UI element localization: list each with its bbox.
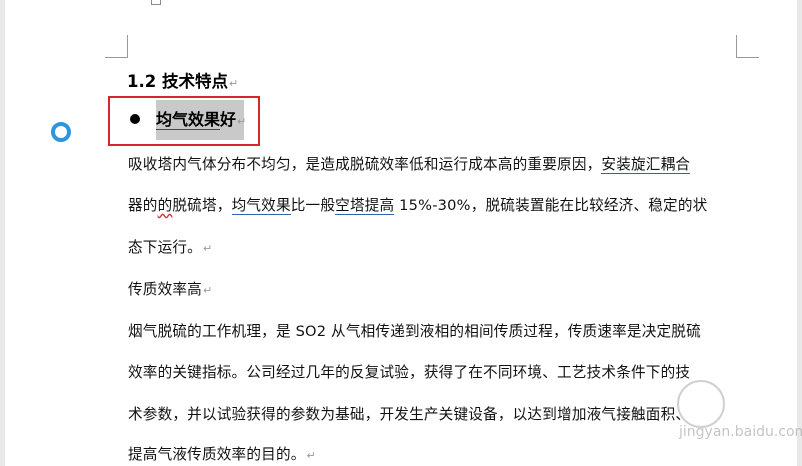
paragraph-mark: ↵ (306, 449, 316, 462)
document-page: 1.2 技术特点↵ 均气效果好↵ 吸收塔内气体分布不均匀，是造成脱硫效率低和运行… (5, 0, 802, 466)
body-line-2[interactable]: 器的的脱硫塔，均气效果比一般空塔提高 15%-30%，脱硫装置能在比较经济、稳定… (128, 194, 707, 215)
body-text: 吸收塔内气体分布不均匀，是造成脱硫效率低和运行成本高的重要原因， (128, 156, 602, 173)
body-text: 提高气液传质效率的目的。 (128, 446, 306, 463)
body-line-3[interactable]: 态下运行。↵ (128, 236, 212, 257)
margin-corner-top-left (105, 35, 128, 58)
paragraph-mark: ↵ (202, 242, 213, 255)
body-text: 烟气脱硫的工作机理，是 SO2 从气相传递到液相的相间传质过程，传质速率是决定脱… (128, 323, 701, 340)
body-text: 态下运行。 (128, 239, 202, 256)
paragraph-mark: ↵ (228, 77, 239, 90)
ruler-indent-marker[interactable] (151, 0, 161, 5)
body-line-6[interactable]: 效率的关键指标。公司经过几年的反复试验，获得了在不同环境、工艺技术条件下的技 (128, 361, 690, 382)
watermark-text: jingyan.baidu.com (679, 424, 802, 440)
bullet-text-underlined: 均气效果 (156, 110, 221, 130)
body-text: 比一般 (290, 197, 336, 214)
selected-bullet-text[interactable]: 均气效果好↵ (156, 100, 247, 140)
body-text: 术参数，并以试验获得的参数为基础，开发生产关键设备，以达到增加液气接触面积、 (128, 406, 691, 423)
watermark: jingyan.baidu.com (677, 380, 802, 450)
body-text: 脱硫塔， (172, 197, 232, 214)
body-line-4[interactable]: 传质效率高↵ (128, 278, 212, 299)
margin-corner-top-right (736, 35, 759, 58)
body-text: 器的 (128, 197, 158, 214)
cursor-ring-icon (51, 122, 71, 142)
grammar-underlined-text: 均气效果 (231, 197, 291, 215)
bullet-icon (130, 114, 140, 124)
body-line-1[interactable]: 吸收塔内气体分布不均匀，是造成脱硫效率低和运行成本高的重要原因，安装旋汇耦合 (128, 153, 691, 174)
heading-text: 1.2 技术特点 (127, 72, 228, 91)
paragraph-mark: ↵ (237, 115, 247, 128)
body-line-5[interactable]: 烟气脱硫的工作机理，是 SO2 从气相传递到液相的相间传质过程，传质速率是决定脱… (128, 320, 701, 341)
body-text: 15%-30%，脱硫装置能在比较经济、稳定的状 (394, 197, 708, 214)
body-text: 效率的关键指标。公司经过几年的反复试验，获得了在不同环境、工艺技术条件下的技 (128, 364, 691, 381)
body-text: 传质效率高 (128, 281, 202, 298)
body-line-7[interactable]: 术参数，并以试验获得的参数为基础，开发生产关键设备，以达到增加液气接触面积、 (128, 403, 690, 424)
body-line-8[interactable]: 提高气液传质效率的目的。↵ (128, 443, 316, 464)
grammar-underlined-text: 空塔提高 (335, 197, 395, 215)
bullet-text-plain: 好 (220, 110, 237, 129)
spelling-flagged-text: 的 (157, 197, 173, 214)
grammar-underlined-text: 安装旋汇耦合 (601, 156, 691, 174)
section-heading[interactable]: 1.2 技术特点↵ (127, 68, 238, 92)
watermark-logo-icon (677, 380, 725, 428)
paragraph-mark: ↵ (202, 284, 213, 297)
